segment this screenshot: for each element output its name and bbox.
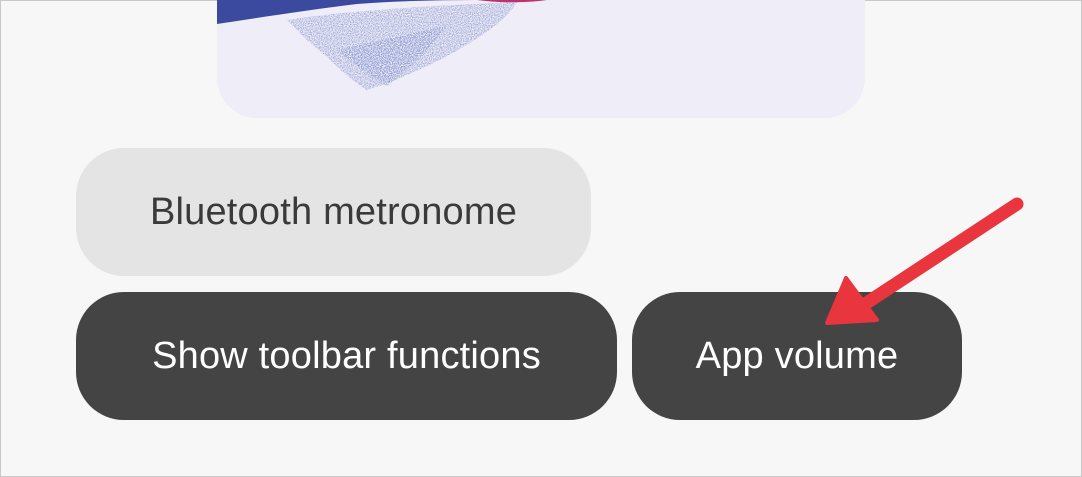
show-toolbar-functions-label: Show toolbar functions [152,334,541,377]
paint-splash-icon [217,0,547,90]
app-volume-button[interactable]: App volume [632,292,962,420]
app-volume-label: App volume [695,334,899,377]
bluetooth-metronome-button[interactable]: Bluetooth metronome [76,148,591,276]
bluetooth-metronome-label: Bluetooth metronome [149,190,518,233]
illustration-card [217,0,865,118]
show-toolbar-functions-button[interactable]: Show toolbar functions [76,292,617,420]
